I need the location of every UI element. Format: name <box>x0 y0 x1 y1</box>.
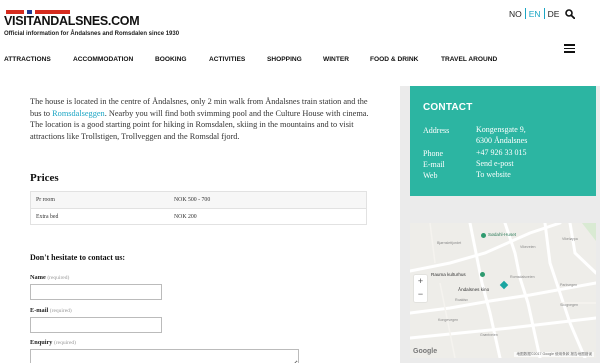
intro-text: The house is located in the centre of Ån… <box>30 96 375 142</box>
phone-label: Phone <box>423 149 443 158</box>
table-row: Extra bed NOK 200 <box>31 208 366 224</box>
address-label: Address <box>423 126 450 135</box>
required-note: (required) <box>47 275 70 281</box>
nav-booking[interactable]: BOOKING <box>155 56 187 63</box>
address-line1: Kongensgate 9, <box>476 125 526 134</box>
contact-form-heading: Don't hesitate to contact us: <box>30 253 126 262</box>
zoom-in-button[interactable]: + <box>414 275 427 288</box>
nav-shopping[interactable]: SHOPPING <box>267 56 302 63</box>
name-field[interactable] <box>30 284 162 300</box>
street-label: Parkvegen <box>560 283 578 287</box>
price-label: Pr room <box>36 197 55 203</box>
nav-accommodation[interactable]: ACCOMMODATION <box>73 56 133 63</box>
street-label: Vikeløypa <box>562 237 578 241</box>
email-label-text: E-mail <box>30 307 49 314</box>
website-link[interactable]: To website <box>476 170 511 181</box>
email-label: E-mail (required) <box>30 307 72 314</box>
lang-de[interactable]: DE <box>546 9 562 19</box>
main-nav: ATTRACTIONS ACCOMMODATION BOOKING ACTIVI… <box>0 56 600 68</box>
lang-divider <box>543 8 545 19</box>
contact-heading: CONTACT <box>423 102 473 113</box>
required-note: (required) <box>53 340 76 346</box>
lang-divider <box>524 8 526 19</box>
poi-rauma-kulturhus[interactable]: Rauma kulturhus <box>431 272 466 277</box>
street-label: Grøntveien <box>480 333 498 337</box>
enquiry-field[interactable] <box>30 349 299 363</box>
language-switcher: NO EN DE <box>507 8 561 19</box>
map-zoom-control: + − <box>414 275 427 302</box>
search-icon[interactable] <box>565 9 575 19</box>
nav-travel-around[interactable]: TRAVEL AROUND <box>441 56 497 63</box>
nav-winter[interactable]: WINTER <box>323 56 349 63</box>
enquiry-label: Enquiry (required) <box>30 339 76 346</box>
price-value: NOK 500 - 700 <box>174 197 211 203</box>
email-link[interactable]: Send e-post <box>476 159 514 170</box>
street-label: Vikeveien <box>520 245 536 249</box>
contact-box: CONTACT Address Kongensgate 9, 6300 Ånda… <box>410 86 596 196</box>
email-field[interactable] <box>30 317 162 333</box>
enquiry-label-text: Enquiry <box>30 339 53 346</box>
nav-food-drink[interactable]: FOOD & DRINK <box>370 56 418 63</box>
web-label: Web <box>423 171 438 180</box>
required-note: (required) <box>49 308 72 314</box>
street-label: Romsdalsveien <box>510 275 535 279</box>
site-tagline: Official information for Åndalsnes and R… <box>4 31 180 37</box>
prices-heading: Prices <box>30 172 59 184</box>
site-logo[interactable]: VISITANDALSNES.COM <box>4 14 140 28</box>
price-label: Extra bed <box>36 213 59 220</box>
google-logo: Google <box>413 348 438 355</box>
nav-activities[interactable]: ACTIVITIES <box>209 56 245 63</box>
address-line2: 6300 Åndalsnes <box>476 136 528 145</box>
name-label: Name (required) <box>30 274 69 281</box>
street-label: Skogvegen <box>560 303 578 307</box>
location-map[interactable]: Bjørnslettjordet Vikeveien Vikeløypa Rom… <box>410 223 596 358</box>
name-label-text: Name <box>30 274 46 281</box>
price-value: NOK 200 <box>174 213 197 220</box>
street-label: Bjørnslettjordet <box>437 241 462 245</box>
poi-sodahl-huset[interactable]: Sødahl-Huset <box>488 232 516 237</box>
phone-value[interactable]: +47 926 33 015 <box>476 148 527 159</box>
lang-en[interactable]: EN <box>527 9 543 19</box>
poi-andalsnes-kino[interactable]: Åndalsnes kino <box>458 287 489 292</box>
poi-icon <box>481 233 486 238</box>
site-header: VISITANDALSNES.COM Official information … <box>0 0 600 86</box>
hamburger-icon[interactable] <box>564 44 575 53</box>
email-label: E-mail <box>423 160 445 169</box>
prices-table: Pr room NOK 500 - 700 Extra bed NOK 200 <box>30 191 367 225</box>
table-row: Pr room NOK 500 - 700 <box>31 192 366 208</box>
street-label: Kongevegen <box>438 318 459 322</box>
poi-icon <box>480 272 485 277</box>
romsdalseggen-link[interactable]: Romsdalseggen <box>52 109 105 118</box>
map-credit[interactable]: 地图数据©2017 Google 使用条款 报告地图错误 <box>514 352 594 357</box>
zoom-out-button[interactable]: − <box>414 288 427 301</box>
nav-attractions[interactable]: ATTRACTIONS <box>4 56 51 63</box>
street-label: Roaldsv <box>455 298 468 302</box>
lang-no[interactable]: NO <box>507 9 524 19</box>
